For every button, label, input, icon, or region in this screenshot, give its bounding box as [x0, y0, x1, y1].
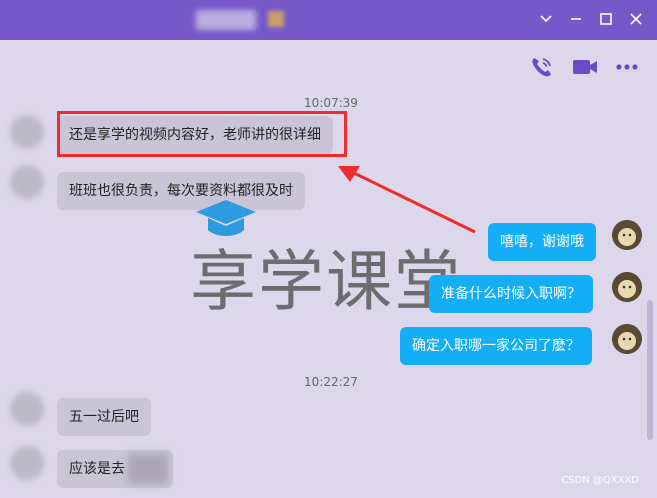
more-icon[interactable] [614, 54, 640, 80]
redacted-text [128, 454, 168, 484]
avatar[interactable] [10, 446, 44, 480]
close-icon[interactable] [626, 10, 646, 30]
credit-watermark: CSDN @QXXXD [561, 475, 639, 486]
message-bubble-received: 五一过后吧 [57, 398, 151, 436]
watermark-text: 享学课堂 [190, 243, 462, 320]
avatar[interactable] [10, 392, 44, 426]
video-call-icon[interactable] [571, 54, 597, 80]
contact-badge-blurred [268, 11, 284, 27]
message-bubble-sent: 确定入职哪一家公司了麽？ [400, 327, 592, 365]
minimize-icon[interactable] [566, 10, 586, 30]
avatar[interactable] [612, 324, 642, 354]
avatar[interactable] [10, 115, 44, 149]
maximize-icon[interactable] [596, 10, 616, 30]
avatar[interactable] [10, 165, 44, 199]
avatar[interactable] [612, 272, 642, 302]
timestamp: 10:07:39 [304, 96, 358, 110]
scrollbar[interactable] [647, 300, 653, 440]
avatar[interactable] [612, 220, 642, 250]
timestamp: 10:22:27 [304, 375, 358, 389]
highlight-box [57, 111, 347, 157]
title-bar [0, 0, 657, 40]
contact-name-blurred [196, 10, 256, 30]
chat-window: 10:07:39 还是享学的视频内容好，老师讲的很详细 班班也很负责，每次要资料… [0, 0, 657, 498]
message-bubble-sent: 准备什么时候入职啊？ [429, 275, 593, 313]
message-bubble-sent: 嘻嘻，谢谢哦 [488, 223, 596, 261]
voice-call-icon[interactable] [528, 54, 554, 80]
chevron-down-icon[interactable] [536, 10, 556, 30]
